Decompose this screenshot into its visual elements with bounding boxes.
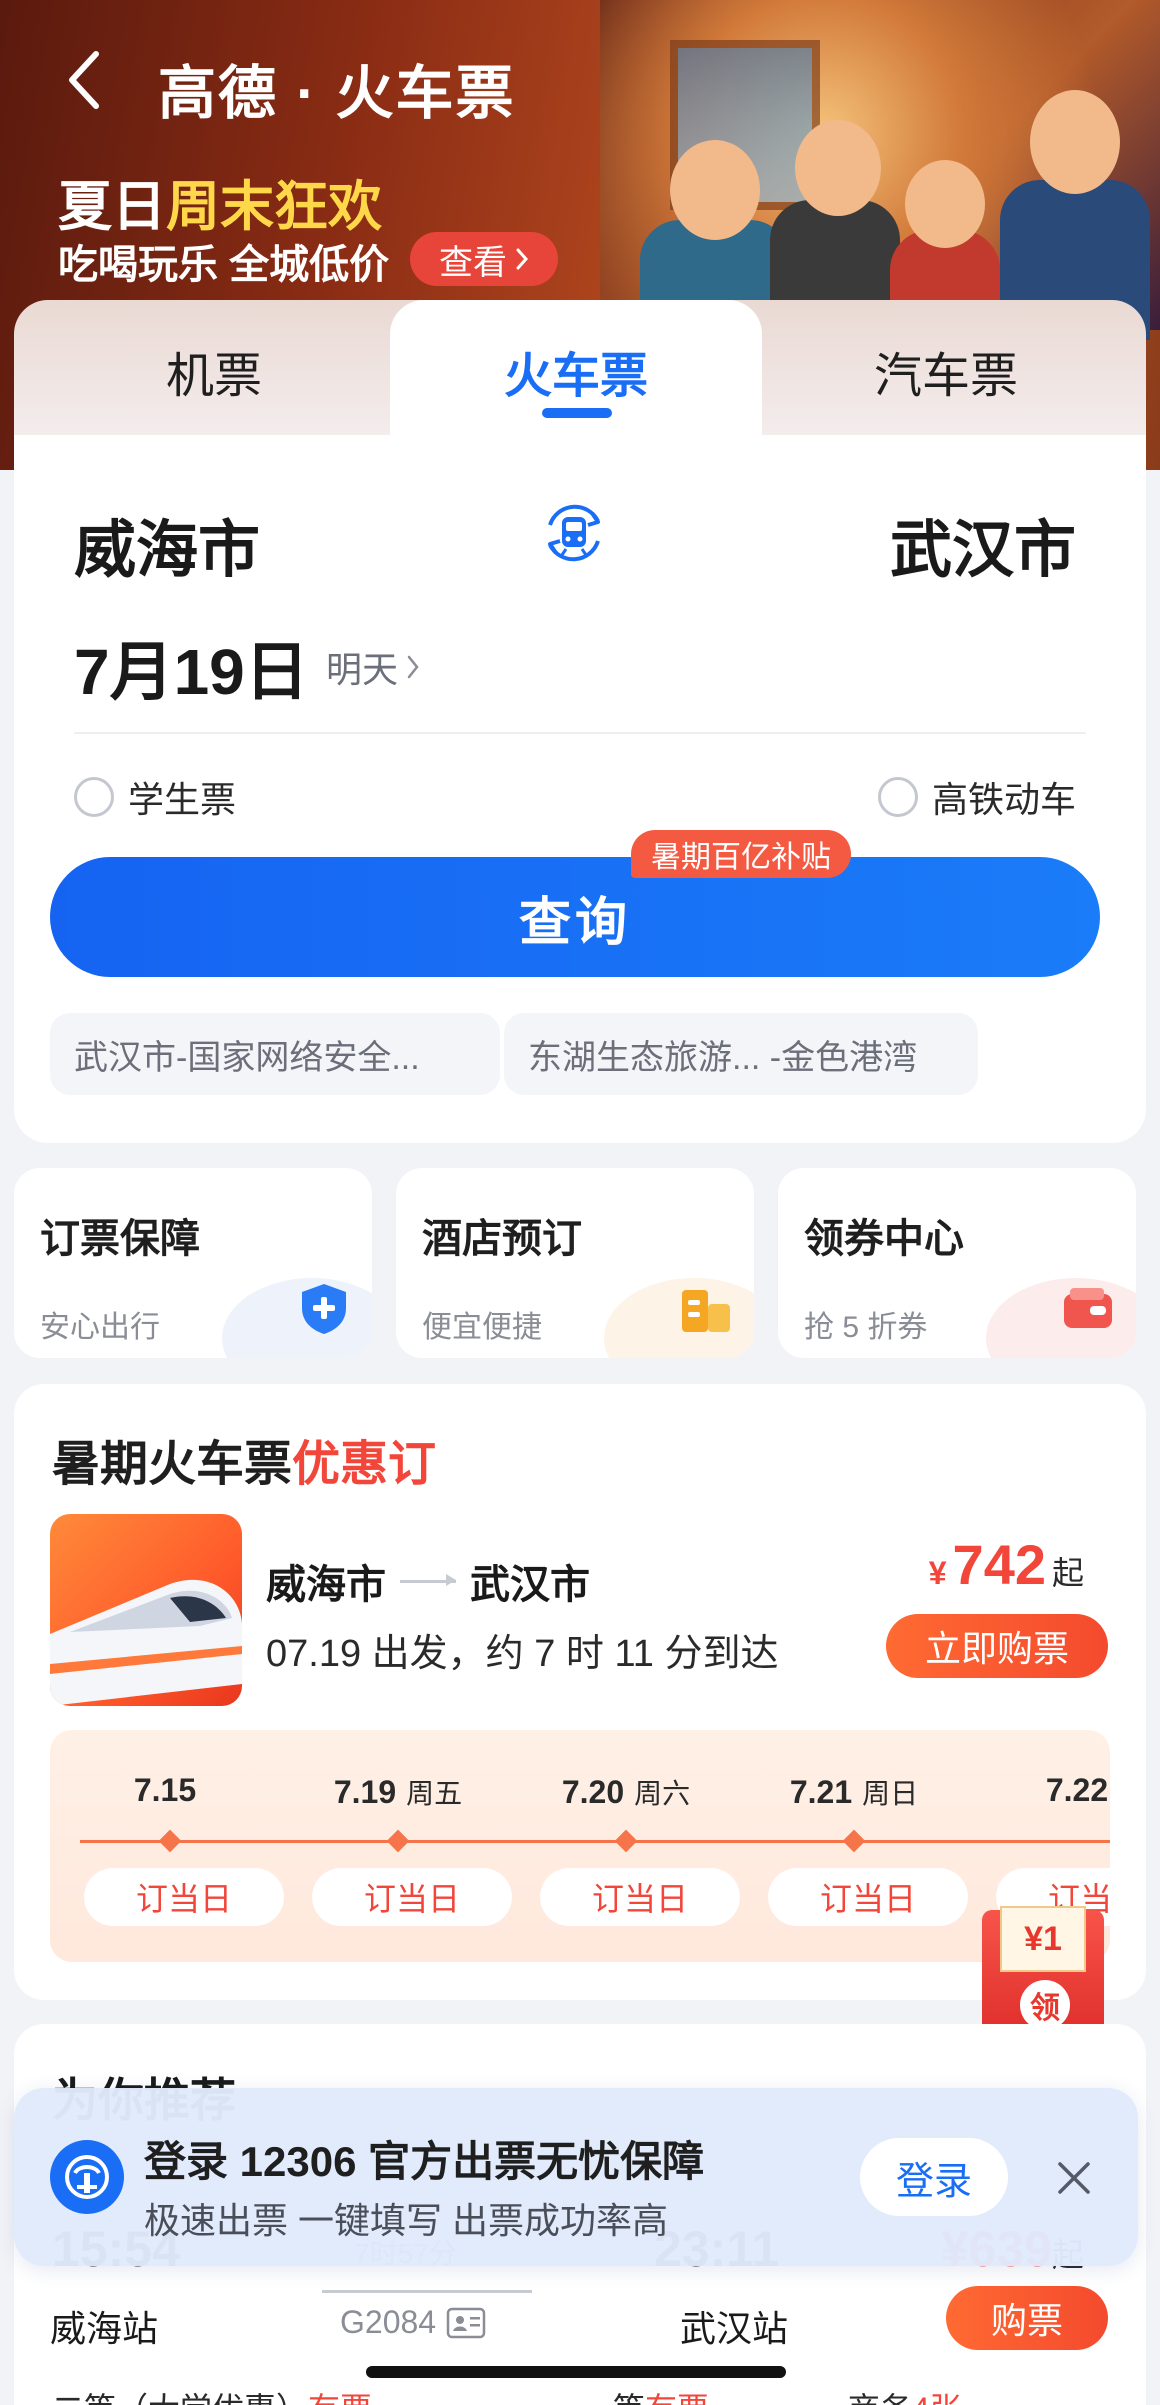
coupon-wallet-icon <box>1064 1288 1112 1328</box>
book-day-button[interactable]: 订当日 <box>84 1868 284 1926</box>
buy-ticket-button[interactable]: 购票 <box>946 2286 1108 2350</box>
book-day-button[interactable]: 订当日 <box>540 1868 740 1926</box>
high-speed-option[interactable]: 高铁动车 <box>877 771 1076 823</box>
swap-train-icon <box>548 504 600 562</box>
search-button[interactable]: 查询 <box>50 857 1100 977</box>
promo-view-button[interactable]: 查看 <box>410 232 558 286</box>
login-button[interactable]: 登录 <box>860 2138 1008 2216</box>
transport-tabs: 机票 火车票 汽车票 <box>14 300 1146 442</box>
diamond-marker-icon <box>614 1829 638 1853</box>
date-calendar-strip[interactable]: 7.15 订当日 7.19 周五 订当日 7.20 周六 订当日 7.21 周日 订当… <box>50 1730 1110 1962</box>
tab-train[interactable]: 火车票 <box>390 300 762 442</box>
student-ticket-option[interactable]: 学生票 <box>74 771 236 823</box>
calendar-day[interactable]: 7.15 订当日 <box>70 1730 284 1962</box>
back-button[interactable] <box>58 48 108 112</box>
to-city[interactable]: 武汉市 <box>890 499 1076 589</box>
divider <box>74 732 1086 734</box>
search-card: 威海市 武汉市 7月19日 明天 学生票 高铁动车 查询 暑期百亿补贴 武汉市-… <box>14 435 1146 1143</box>
calendar-day[interactable]: 7.21 周日 订当日 <box>754 1730 968 1962</box>
arrival-station: 武汉站 <box>680 2308 789 2349</box>
seat-availability: 二等（大学优惠）有票 一等有票 商务4张 <box>52 2384 962 2405</box>
deal-depart-info: 07.19 出发，约 7 时 11 分到达 <box>266 1633 779 1675</box>
book-day-button[interactable]: 订当日 <box>768 1868 968 1926</box>
calendar-day[interactable]: 7.19 周五 订当日 <box>298 1730 512 1962</box>
home-indicator <box>366 2366 786 2378</box>
book-day-button[interactable]: 订当日 <box>312 1868 512 1926</box>
chevron-right-icon <box>407 655 419 679</box>
calendar-day[interactable]: 7.20 周六 订当日 <box>526 1730 740 1962</box>
route-arrow-icon <box>322 2290 532 2293</box>
tab-bus[interactable]: 汽车票 <box>760 300 1132 442</box>
diamond-marker-icon <box>158 1829 182 1853</box>
red-packet-amount: ¥1 <box>1000 1906 1086 1972</box>
chevron-right-icon <box>516 248 529 270</box>
shield-plus-icon <box>302 1284 346 1334</box>
page-title: 高德 · 火车票 <box>158 61 516 126</box>
buy-now-button[interactable]: 立即购票 <box>886 1614 1108 1678</box>
service-coupon-center[interactable]: 领券中心 抢 5 折券 <box>778 1168 1136 1358</box>
diamond-marker-icon <box>386 1829 410 1853</box>
high-speed-checkbox[interactable] <box>877 777 918 817</box>
chevron-left-icon <box>69 51 99 109</box>
tab-flight[interactable]: 机票 <box>28 300 400 442</box>
hotel-building-icon <box>682 1290 730 1332</box>
date-hint[interactable]: 明天 <box>326 641 420 693</box>
railway-logo-icon <box>50 2140 124 2214</box>
subsidy-badge: 暑期百亿补贴 <box>631 830 851 878</box>
promo-title: 夏日周末狂欢 <box>58 177 382 237</box>
swap-cities-button[interactable] <box>536 495 612 571</box>
route-arrow-icon <box>400 1573 456 1586</box>
close-icon[interactable] <box>1052 2156 1096 2200</box>
train-image <box>50 1514 242 1706</box>
train-number[interactable]: G2084 <box>340 2304 486 2341</box>
id-card-icon <box>446 2307 486 2338</box>
summer-deals-card: 暑期火车票优惠订 威海市 武汉市 07.19 出发，约 7 时 11 分到达 ¥… <box>14 1384 1146 2000</box>
student-ticket-checkbox[interactable] <box>74 777 114 817</box>
red-packet-claim: 领 <box>1020 1980 1070 2030</box>
history-chip[interactable]: 武汉市-国家网络安全... <box>50 1013 500 1095</box>
active-tab-indicator <box>542 408 612 418</box>
history-chip[interactable]: 东湖生态旅游... -金色港湾 <box>504 1013 978 1095</box>
deals-title: 暑期火车票优惠订 <box>52 1438 437 1491</box>
service-hotel-booking[interactable]: 酒店预订 便宜便捷 <box>396 1168 754 1358</box>
diamond-marker-icon <box>842 1829 866 1853</box>
service-ticket-guarantee[interactable]: 订票保障 安心出行 <box>14 1168 372 1358</box>
promo-illustration <box>600 0 1160 340</box>
departure-date[interactable]: 7月19日 <box>74 621 309 713</box>
deal-price: ¥ 742 起 <box>928 1533 1084 1596</box>
login-title: 登录 12306 官方出票无忧保障 <box>144 2138 705 2185</box>
promo-subtitle: 吃喝玩乐 全城低价 <box>58 243 390 287</box>
deal-route: 威海市 武汉市 <box>266 1563 590 1607</box>
login-prompt-bar: 登录 12306 官方出票无忧保障 极速出票 一键填写 出票成功率高 登录 <box>14 2088 1138 2266</box>
from-city[interactable]: 威海市 <box>74 499 260 589</box>
departure-station: 威海站 <box>50 2308 159 2349</box>
login-subtitle: 极速出票 一键填写 出票成功率高 <box>144 2200 669 2241</box>
